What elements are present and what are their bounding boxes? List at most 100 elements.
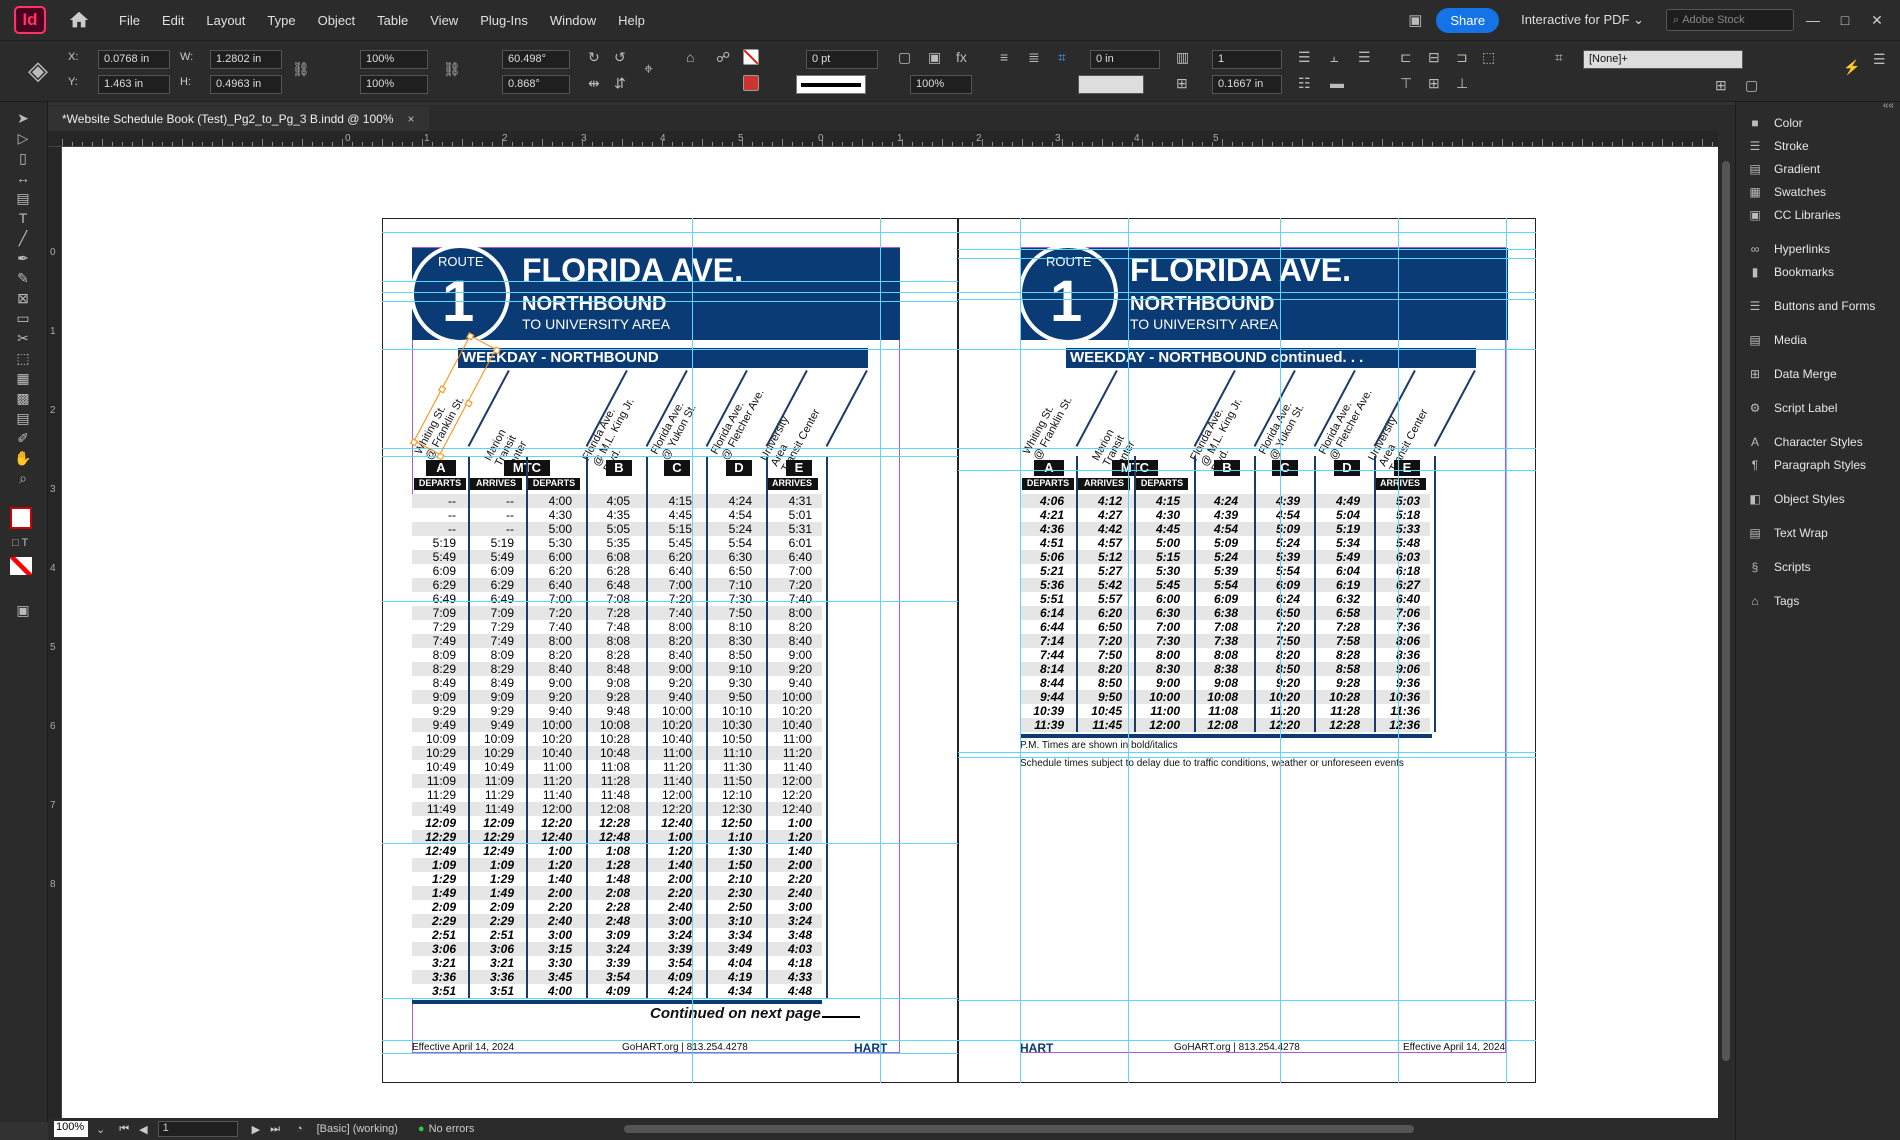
menu-type[interactable]: Type — [256, 13, 306, 28]
close-tab-icon[interactable]: × — [408, 112, 415, 126]
document-tab[interactable]: *Website Schedule Book (Test)_Pg2_to_Pg_… — [48, 105, 429, 131]
panel-media[interactable]: ▤ Media — [1746, 327, 1806, 353]
line-tool-icon[interactable]: ╱ — [12, 230, 34, 248]
workspace-switcher[interactable]: Interactive for PDF ⌄ — [1521, 12, 1644, 28]
hand-tool-icon[interactable]: ✋ — [12, 450, 34, 468]
vertical-ruler[interactable]: 0 1 2 3 4 5 6 7 8 — [48, 147, 62, 1122]
drop-shadow-icon[interactable]: ▢ — [898, 49, 911, 66]
text-color-field[interactable] — [1078, 75, 1144, 94]
constrain-proportions-icon[interactable]: ⛓ — [292, 61, 310, 78]
scale-x-field[interactable]: 100% — [360, 50, 428, 69]
align-bottom-edge-icon[interactable]: ⊥ — [1456, 75, 1468, 92]
panel-paragraph-styles[interactable]: ¶ Paragraph Styles — [1746, 452, 1866, 478]
errors-status[interactable]: No errors — [429, 1123, 475, 1135]
align-top-icon[interactable]: ⫠ — [1330, 49, 1338, 66]
flip-vertical-icon[interactable]: ⇵ — [614, 75, 626, 92]
zoom-field[interactable]: 100% — [54, 1121, 88, 1137]
fx-icon[interactable]: fx — [956, 49, 967, 65]
rotate-cw-icon[interactable]: ↻ — [588, 49, 600, 66]
fill-swatch[interactable] — [743, 49, 759, 65]
select-container-icon[interactable]: ⌂ — [686, 49, 694, 65]
content-collector-icon[interactable]: ▤ — [12, 190, 34, 208]
horizontal-scrollbar[interactable] — [624, 1125, 1415, 1133]
collapse-panels-icon[interactable]: «« — [1883, 100, 1894, 111]
align-v-center-icon[interactable]: ⊞ — [1428, 75, 1440, 92]
menu-table[interactable]: Table — [366, 13, 419, 28]
menu-object[interactable]: Object — [307, 13, 367, 28]
gradient-feather-icon[interactable]: ▩ — [12, 390, 34, 408]
selection-handle[interactable] — [438, 385, 447, 394]
panel-cc-libraries[interactable]: ▣ CC Libraries — [1746, 202, 1840, 228]
align-h-center-icon[interactable]: ⊟ — [1428, 49, 1440, 66]
shear-angle-field[interactable]: 0.868° — [502, 75, 570, 94]
stroke-weight-field[interactable]: 0 pt — [806, 50, 878, 69]
free-transform-tool-icon[interactable]: ⬚ — [12, 350, 34, 368]
gap-tool-icon[interactable]: ↔ — [12, 170, 34, 188]
x-field[interactable]: 0.0768 in — [98, 50, 170, 69]
menu-plugins[interactable]: Plug-Ins — [469, 13, 539, 28]
note-tool-icon[interactable]: ▤ — [12, 410, 34, 428]
menu-layout[interactable]: Layout — [195, 13, 256, 28]
close-window-button[interactable]: ✕ — [1864, 12, 1890, 29]
fill-stroke-swatch[interactable] — [10, 507, 32, 529]
gradient-tool-icon[interactable]: ▦ — [12, 370, 34, 388]
align-middle-icon[interactable]: ▬ — [1330, 75, 1344, 91]
prev-page-icon[interactable]: ◀ — [139, 1123, 147, 1136]
document-canvas[interactable]: ROUTE 1 FLORIDA AVE. NORTHBOUND TO UNIVERSIT… — [62, 147, 1718, 1122]
align-center-text-icon[interactable]: ≣ — [1028, 49, 1040, 66]
menu-edit[interactable]: Edit — [151, 13, 195, 28]
zoom-tool-icon[interactable]: ⌕ — [12, 470, 34, 488]
panel-script-label[interactable]: ⚙ Script Label — [1746, 395, 1838, 421]
zoom-dropdown-icon[interactable]: ⌄ — [96, 1123, 105, 1136]
share-button[interactable]: Share — [1436, 7, 1500, 33]
gutter-icon[interactable]: ⊞ — [1176, 75, 1188, 92]
maximize-button[interactable]: □ — [1832, 12, 1858, 28]
columns-icon[interactable]: ▥ — [1176, 49, 1189, 66]
rectangle-tool-icon[interactable]: ▭ — [12, 310, 34, 328]
align-right-icon[interactable]: ⊐ — [1456, 49, 1468, 66]
rotation-angle-field[interactable]: 60.498° — [502, 50, 570, 69]
last-page-icon[interactable]: ⏭ — [270, 1123, 280, 1136]
direct-selection-tool-icon[interactable]: ▷ — [12, 130, 34, 148]
quick-apply-icon[interactable]: ⚡ — [1843, 59, 1860, 76]
stroke-type-selector[interactable] — [796, 75, 866, 94]
align-top-edge-icon[interactable]: ⊤ — [1400, 75, 1412, 92]
object-style-select[interactable]: [None]+ — [1583, 50, 1743, 69]
apply-none-icon[interactable] — [10, 557, 32, 575]
menu-view[interactable]: View — [419, 13, 469, 28]
object-style-icon[interactable]: ⌗ — [1555, 49, 1563, 66]
panel-bookmarks[interactable]: ▮ Bookmarks — [1746, 259, 1834, 285]
align-top-text-icon[interactable]: ≡ — [1000, 49, 1008, 65]
panel-object-styles[interactable]: ◧ Object Styles — [1746, 486, 1844, 512]
gutter-field[interactable]: 0.1667 in — [1212, 75, 1282, 94]
y-field[interactable]: 1.463 in — [98, 75, 170, 94]
select-content-icon[interactable]: ☍ — [716, 49, 730, 66]
rotate-ccw-icon[interactable]: ↺ — [614, 49, 626, 66]
distribute-icon[interactable]: ⬚ — [1482, 49, 1495, 66]
selection-tool-icon[interactable]: ➤ — [12, 110, 34, 128]
first-page-icon[interactable]: ⏮ — [119, 1123, 129, 1136]
inset-spacing-field[interactable]: 0 in — [1090, 50, 1160, 69]
publish-online-icon[interactable]: ▣ — [1408, 11, 1422, 29]
vertical-scrollbar[interactable] — [1718, 131, 1735, 1122]
eyedropper-tool-icon[interactable]: ✐ — [12, 430, 34, 448]
formatting-affects-icon[interactable]: □ T — [12, 537, 28, 549]
width-field[interactable]: 1.2802 in — [210, 50, 282, 69]
panel-buttons-and-forms[interactable]: ☰ Buttons and Forms — [1746, 293, 1876, 319]
page-field[interactable]: 1 — [157, 1121, 238, 1137]
height-field[interactable]: 0.4963 in — [210, 75, 282, 94]
rectangle-frame-tool-icon[interactable]: ⊠ — [12, 290, 34, 308]
list-icon[interactable]: ☰ — [1298, 49, 1311, 66]
preflight-profile[interactable]: [Basic] (working) — [317, 1123, 398, 1135]
clear-overrides-icon[interactable]: ⊞ — [1715, 77, 1727, 94]
scissors-tool-icon[interactable]: ✂ — [12, 330, 34, 348]
style-options-icon[interactable]: ▢ — [1745, 77, 1758, 94]
next-page-icon[interactable]: ▶ — [252, 1123, 260, 1136]
columns-field[interactable]: 1 — [1212, 50, 1282, 69]
pencil-tool-icon[interactable]: ✎ — [12, 270, 34, 288]
home-icon[interactable] — [68, 9, 90, 31]
align-left-icon[interactable]: ⊏ — [1400, 49, 1412, 66]
scale-y-field[interactable]: 100% — [360, 75, 428, 94]
menu-file[interactable]: File — [108, 13, 151, 28]
preflight-icon[interactable]: ◔ — [296, 1123, 303, 1135]
